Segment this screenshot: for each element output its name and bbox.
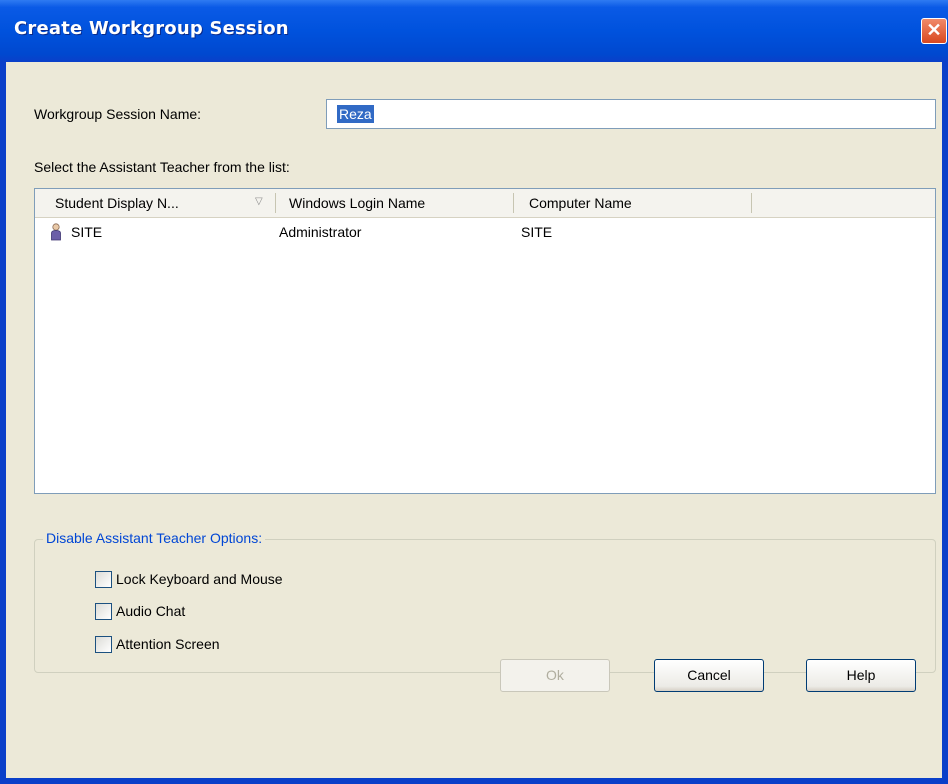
assistant-list-label: Select the Assistant Teacher from the li…: [34, 159, 290, 175]
cancel-button[interactable]: Cancel: [654, 659, 764, 692]
session-name-input[interactable]: Reza: [326, 99, 936, 129]
attention-screen-checkbox[interactable]: [95, 636, 112, 653]
dialog-body: Workgroup Session Name: Reza Select the …: [6, 62, 942, 778]
cell-login-name: Administrator: [279, 224, 362, 240]
create-workgroup-session-dialog: Create Workgroup Session ✕ Workgroup Ses…: [0, 0, 948, 784]
user-icon: [51, 223, 61, 241]
assistant-teacher-list[interactable]: Student Display N... ▽ Windows Login Nam…: [34, 188, 936, 494]
lock-keyboard-mouse-checkbox[interactable]: [95, 571, 112, 588]
list-item[interactable]: SITE Administrator SITE: [35, 221, 935, 245]
session-name-label: Workgroup Session Name:: [34, 106, 202, 122]
cell-display-name: SITE: [71, 224, 103, 240]
column-header-display-name[interactable]: Student Display N...: [55, 195, 179, 211]
title-bar[interactable]: Create Workgroup Session ✕: [0, 0, 948, 62]
audio-chat-checkbox[interactable]: [95, 603, 112, 620]
option-label[interactable]: Attention Screen: [116, 636, 220, 652]
session-name-value: Reza: [337, 105, 374, 123]
sort-indicator-icon: ▽: [255, 196, 263, 207]
column-header-login-name[interactable]: Windows Login Name: [289, 195, 425, 211]
options-group-title: Disable Assistant Teacher Options:: [43, 530, 266, 546]
option-label[interactable]: Lock Keyboard and Mouse: [116, 571, 283, 587]
option-label[interactable]: Audio Chat: [116, 603, 185, 619]
ok-button[interactable]: Ok: [500, 659, 610, 692]
list-header: Student Display N... ▽ Windows Login Nam…: [35, 189, 935, 218]
column-divider[interactable]: [751, 193, 752, 213]
dialog-title: Create Workgroup Session: [14, 18, 289, 39]
disable-options-group: Disable Assistant Teacher Options: Lock …: [34, 530, 936, 673]
column-divider[interactable]: [275, 193, 276, 213]
close-icon[interactable]: ✕: [921, 18, 947, 44]
cell-computer-name: SITE: [521, 224, 553, 240]
help-button[interactable]: Help: [806, 659, 916, 692]
column-divider[interactable]: [513, 193, 514, 213]
column-header-computer-name[interactable]: Computer Name: [529, 195, 632, 211]
